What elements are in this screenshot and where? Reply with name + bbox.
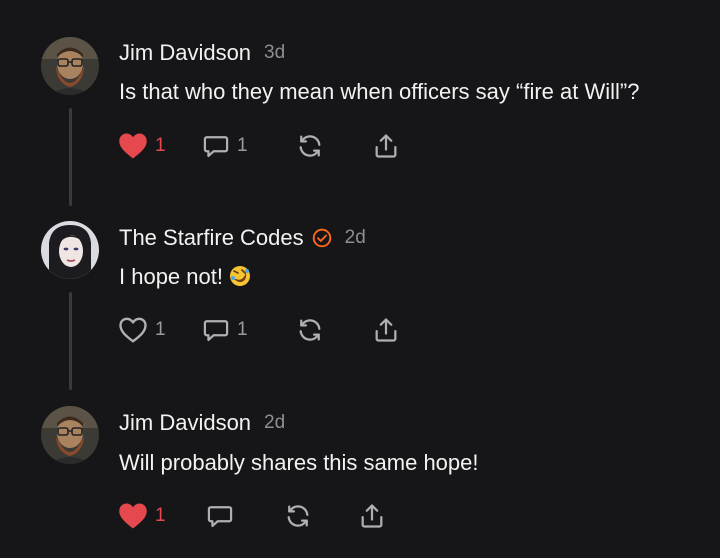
reply-button[interactable]: 1 — [202, 315, 248, 345]
like-count: 1 — [155, 135, 166, 156]
like-count: 1 — [155, 319, 166, 340]
avatar[interactable] — [41, 406, 99, 464]
heart-icon — [119, 133, 147, 159]
restack-button[interactable] — [296, 315, 324, 345]
comment-text: I hope not! — [119, 264, 223, 289]
author-name[interactable]: Jim Davidson — [119, 410, 251, 436]
restack-button[interactable] — [296, 131, 324, 161]
restack-icon — [299, 319, 321, 341]
comment-text: Is that who they mean when officers say … — [119, 79, 640, 104]
comment-text-row: I hope not! — [119, 264, 251, 290]
reply-count: 1 — [237, 319, 248, 340]
like-button[interactable]: 1 — [118, 315, 166, 345]
thread-line — [69, 292, 72, 390]
share-button[interactable] — [358, 501, 386, 531]
reply-button[interactable]: 1 — [202, 131, 248, 161]
heart-icon — [119, 503, 147, 529]
share-button[interactable] — [372, 131, 400, 161]
like-count: 1 — [155, 505, 166, 526]
comment-icon — [207, 506, 233, 528]
like-button[interactable]: 1 — [118, 131, 166, 161]
reply-count: 1 — [237, 135, 248, 156]
timestamp[interactable]: 2d — [345, 227, 366, 249]
author-name[interactable]: Jim Davidson — [119, 40, 251, 66]
like-button[interactable]: 1 — [118, 501, 166, 531]
share-button[interactable] — [372, 315, 400, 345]
comment-icon — [203, 136, 229, 158]
timestamp[interactable]: 2d — [264, 412, 285, 434]
comment-text: Will probably shares this same hope! — [119, 450, 479, 475]
thread-line — [69, 108, 72, 206]
restack-icon — [299, 135, 321, 157]
reply-button[interactable] — [206, 501, 234, 531]
heart-icon — [119, 317, 147, 343]
share-icon — [375, 318, 397, 342]
avatar[interactable] — [41, 221, 99, 279]
comment-icon — [203, 320, 229, 342]
share-icon — [361, 504, 383, 528]
verified-badge-icon — [312, 228, 332, 248]
author-name[interactable]: The Starfire Codes — [119, 225, 304, 251]
restack-icon — [287, 505, 309, 527]
timestamp[interactable]: 3d — [264, 42, 285, 64]
share-icon — [375, 134, 397, 158]
restack-button[interactable] — [284, 501, 312, 531]
rolling-on-floor-laughing-emoji-icon — [229, 265, 251, 287]
avatar[interactable] — [41, 37, 99, 95]
